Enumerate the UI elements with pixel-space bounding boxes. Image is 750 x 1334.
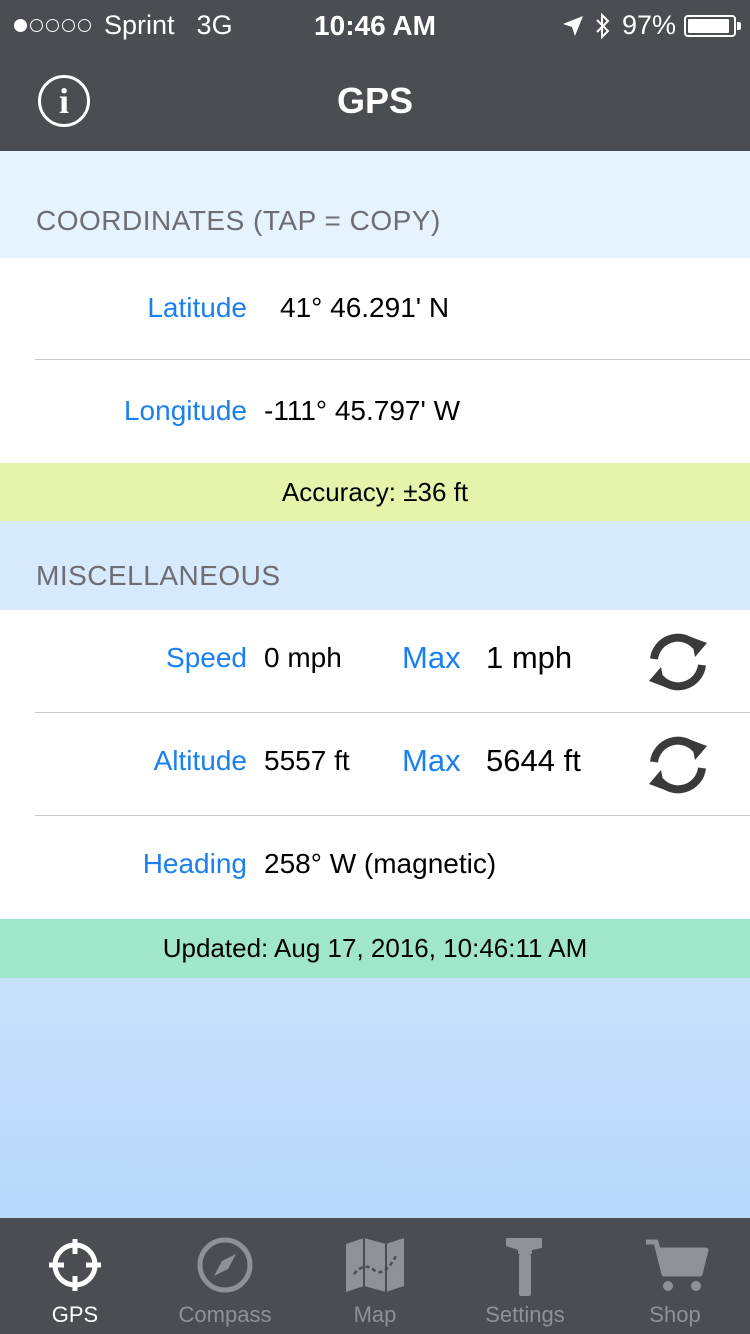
speed-max-label: Max: [402, 640, 461, 675]
hammer-icon: [506, 1238, 542, 1296]
empty-background: [0, 978, 750, 1218]
coordinates-header: COORDINATES (TAP = COPY): [36, 205, 441, 236]
heading-row: Heading 258° W (magnetic): [0, 816, 750, 919]
altitude-max-value: 5644 ft: [486, 743, 581, 778]
latitude-row[interactable]: Latitude 41° 46.291' N: [0, 258, 750, 360]
misc-section-header-area: MISCELLANEOUS: [0, 521, 750, 610]
heading-value: 258° W (magnetic): [264, 848, 497, 879]
latitude-label: Latitude: [147, 292, 247, 323]
tab-bar: GPS Compass Map Settings Shop: [0, 1218, 750, 1334]
location-arrow-icon: [562, 15, 583, 36]
accuracy-banner: Accuracy: ±36 ft: [0, 463, 750, 521]
tab-gps[interactable]: GPS: [0, 1218, 150, 1334]
reset-altitude-max-button[interactable]: [641, 732, 715, 798]
latitude-value: 41° 46.291' N: [280, 292, 450, 323]
battery-icon: [684, 14, 741, 37]
tab-label: Map: [353, 1302, 397, 1327]
tab-label: Settings: [485, 1302, 565, 1327]
altitude-value: 5557 ft: [264, 745, 350, 776]
updated-banner: Updated: Aug 17, 2016, 10:46:11 AM: [0, 919, 750, 978]
altitude-row: Altitude 5557 ft Max 5644 ft: [0, 713, 750, 816]
tab-label: GPS: [51, 1302, 99, 1327]
top-bar: Sprint 3G 10:46 AM 97% i GPS: [0, 0, 750, 151]
heading-label: Heading: [142, 848, 247, 879]
compass-icon: [197, 1237, 253, 1293]
tab-compass[interactable]: Compass: [150, 1218, 300, 1334]
misc-header: MISCELLANEOUS: [36, 560, 281, 591]
crosshair-icon: [49, 1239, 101, 1291]
speed-label: Speed: [166, 642, 247, 673]
longitude-label: Longitude: [123, 395, 247, 426]
coordinates-section-header-area: COORDINATES (TAP = COPY): [0, 151, 750, 258]
map-icon: [346, 1238, 404, 1292]
cart-icon: [646, 1239, 709, 1291]
tab-label: Shop: [649, 1302, 701, 1327]
battery-percent: 97%: [621, 10, 676, 40]
altitude-label: Altitude: [153, 745, 247, 776]
longitude-row[interactable]: Longitude -111° 45.797' W: [0, 360, 750, 463]
speed-value: 0 mph: [264, 642, 342, 673]
tab-map[interactable]: Map: [300, 1218, 450, 1334]
tab-shop[interactable]: Shop: [600, 1218, 750, 1334]
page-title: GPS: [336, 80, 414, 121]
status-right: 97%: [562, 10, 741, 41]
speed-row: Speed 0 mph Max 1 mph: [0, 610, 750, 713]
reset-speed-max-button[interactable]: [641, 629, 715, 695]
tab-settings[interactable]: Settings: [450, 1218, 600, 1334]
longitude-value: -111° 45.797' W: [264, 395, 461, 426]
status-bar: Sprint 3G 10:46 AM 97%: [0, 0, 750, 50]
tab-label: Compass: [178, 1302, 272, 1327]
altitude-max-label: Max: [402, 743, 461, 778]
bluetooth-icon: [596, 12, 610, 39]
speed-max-value: 1 mph: [486, 640, 573, 675]
